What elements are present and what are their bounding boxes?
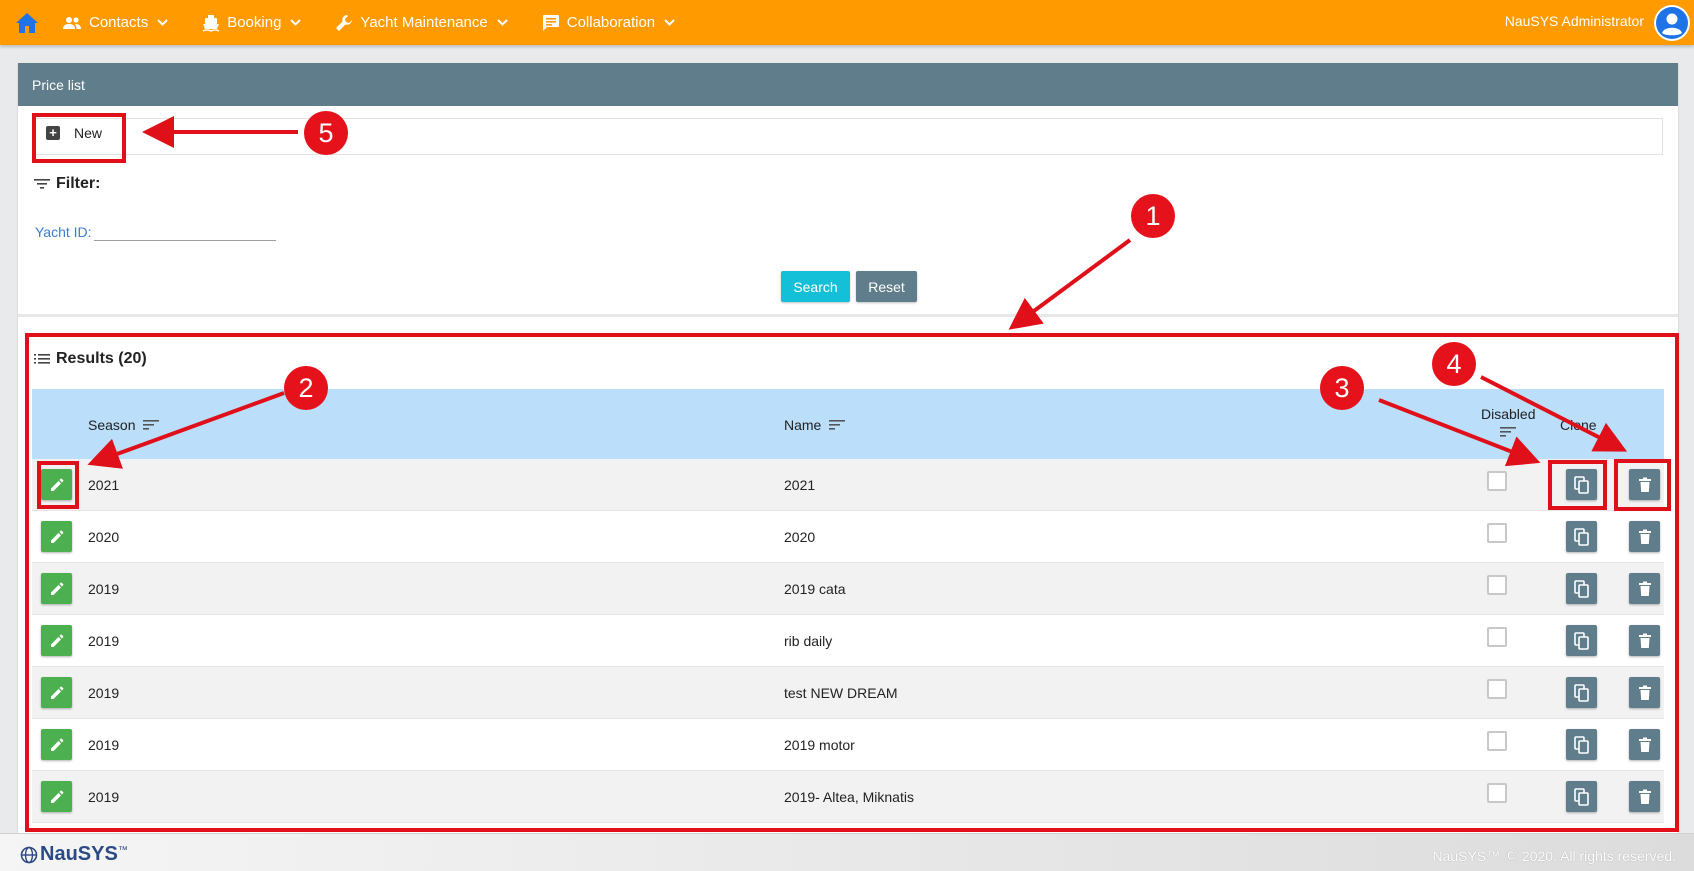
home-icon[interactable] (14, 11, 40, 35)
footer-brand: NauSYS (40, 843, 118, 865)
annotation-box-new (32, 113, 126, 163)
annotation-number-4: 4 (1432, 342, 1476, 386)
boat-icon (202, 14, 220, 32)
annotation-number-2: 2 (284, 366, 328, 410)
footer: NauSYS ™ NauSYS™ Ⓒ 2020. All rights reser… (0, 833, 1694, 871)
nav-booking-label: Booking (227, 14, 282, 31)
chevron-down-icon (497, 19, 508, 26)
divider (18, 314, 1678, 317)
filter-heading: Filter: (34, 175, 100, 193)
annotation-number-1: 1 (1131, 194, 1175, 238)
chevron-down-icon (290, 19, 302, 26)
yacht-id-label: Yacht ID: (35, 224, 92, 240)
nav-collaboration[interactable]: Collaboration (542, 14, 675, 32)
avatar[interactable] (1654, 5, 1690, 41)
filter-icon (34, 179, 50, 189)
annotation-box-results (25, 333, 1679, 832)
reset-button[interactable]: Reset (856, 271, 917, 302)
panel-title: Price list (18, 63, 1678, 106)
people-icon (63, 16, 81, 29)
toolbar: + New (33, 118, 1663, 155)
nav-booking[interactable]: Booking (202, 14, 302, 32)
nav-contacts[interactable]: Contacts (62, 14, 168, 31)
nav-yacht-maintenance-label: Yacht Maintenance (360, 14, 488, 31)
filter-title: Filter: (56, 175, 101, 192)
nav-yacht-maintenance[interactable]: Yacht Maintenance (335, 14, 508, 32)
nav-collaboration-label: Collaboration (566, 14, 656, 31)
copyright-text: NauSYS™ Ⓒ 2020. All rights reserved. (1432, 848, 1676, 864)
footer-trademark: ™ (117, 845, 128, 856)
user-name[interactable]: NauSYS Administrator (1505, 13, 1644, 29)
wrench-icon (336, 14, 353, 31)
annotation-box-clone (1548, 460, 1607, 510)
chat-icon (542, 14, 559, 31)
top-nav: Contacts Booking Yacht Maintenance Colla… (0, 0, 1694, 45)
annotation-box-edit (37, 461, 79, 509)
annotation-number-3: 3 (1320, 366, 1364, 410)
chevron-down-icon (157, 19, 168, 26)
user-avatar-icon (1656, 7, 1688, 39)
nav-contacts-label: Contacts (89, 14, 149, 31)
annotation-number-5: 5 (304, 111, 348, 155)
chevron-down-icon (664, 19, 675, 26)
globe-icon (20, 846, 38, 863)
annotation-box-delete (1614, 459, 1671, 511)
yacht-id-input[interactable] (94, 221, 276, 241)
footer-logo: NauSYS ™ (20, 843, 128, 866)
search-button[interactable]: Search (781, 271, 850, 302)
